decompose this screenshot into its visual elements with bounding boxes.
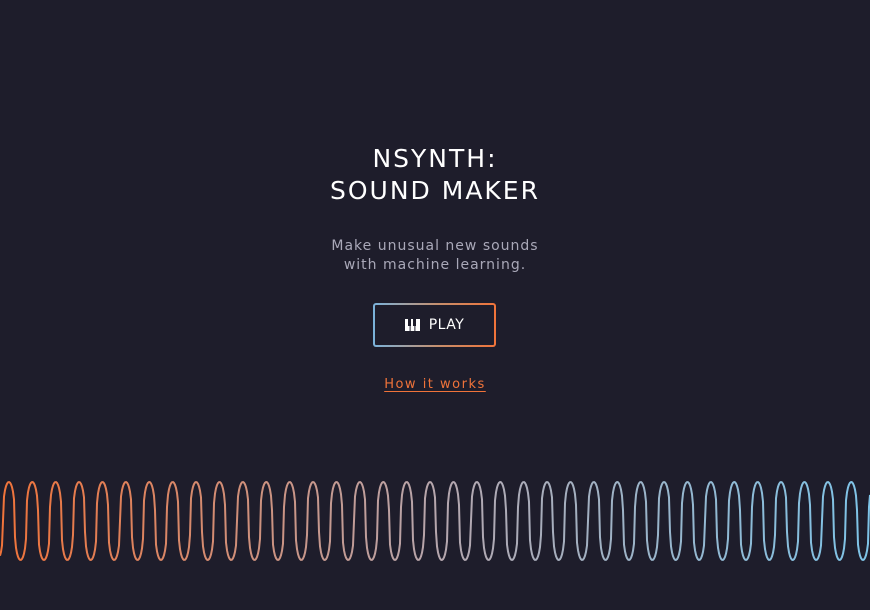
how-it-works-container: How it works bbox=[0, 377, 870, 392]
title-line-1: NSYNTH: bbox=[372, 144, 498, 173]
waveform-line bbox=[0, 481, 870, 561]
play-button-label: PLAY bbox=[428, 317, 465, 333]
page-subtitle: Make unusual new sounds with machine lea… bbox=[0, 237, 870, 275]
sine-waveform-decoration bbox=[0, 481, 870, 561]
play-button[interactable]: PLAY bbox=[373, 303, 496, 347]
page-title: NSYNTH: SOUND MAKER bbox=[0, 143, 870, 207]
title-line-2: SOUND MAKER bbox=[330, 176, 540, 205]
piano-keys-icon bbox=[404, 319, 420, 331]
how-it-works-link[interactable]: How it works bbox=[384, 377, 486, 392]
subtitle-line-1: Make unusual new sounds bbox=[331, 238, 539, 254]
subtitle-line-2: with machine learning. bbox=[343, 257, 527, 273]
